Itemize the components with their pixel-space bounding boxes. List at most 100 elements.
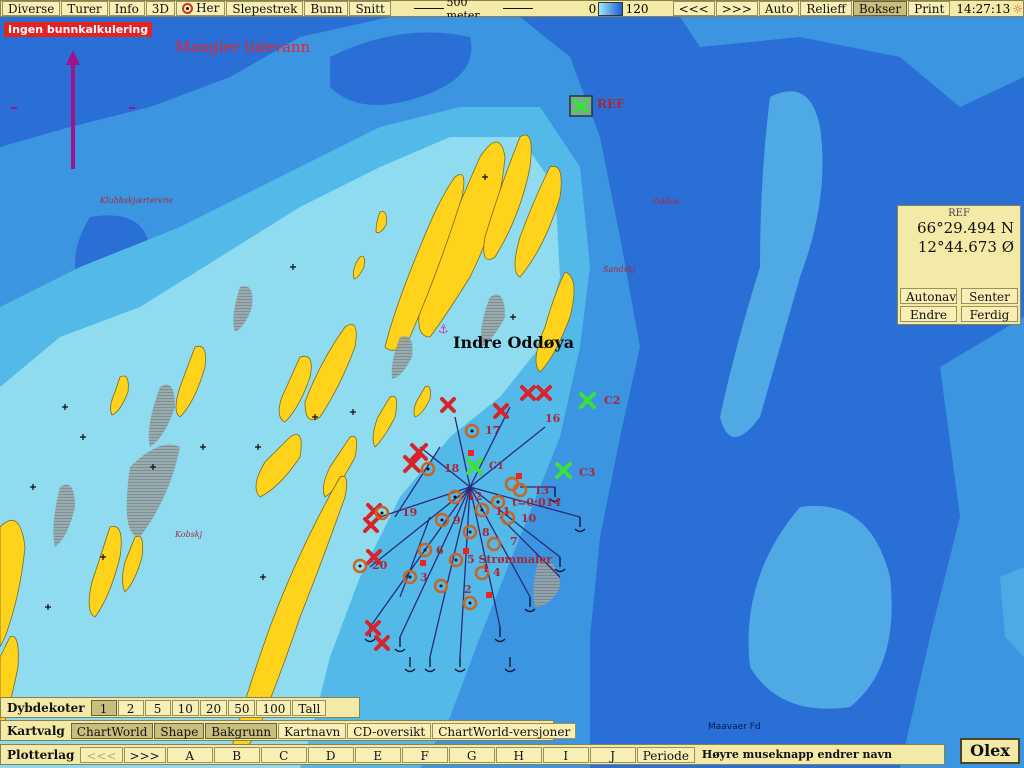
nav-back-button[interactable]: <<<	[672, 1, 715, 16]
layer-g[interactable]: G	[448, 746, 495, 763]
wp-19: 19	[402, 506, 418, 519]
menu-diverse[interactable]: Diverse	[2, 1, 61, 16]
contour-10[interactable]: 10	[171, 699, 199, 716]
her-button[interactable]: Her	[176, 1, 226, 16]
kartnavn-button[interactable]: Kartnavn	[278, 722, 347, 739]
auto-button[interactable]: Auto	[758, 1, 800, 16]
menu-bunn[interactable]: Bunn	[304, 1, 349, 16]
panel-header: REF	[948, 208, 970, 219]
c3-label: C3	[579, 466, 596, 479]
label-rauskjer: Klubbskjærterene	[100, 196, 174, 205]
menu-slepestrek[interactable]: Slepestrek	[226, 1, 304, 16]
label-maavaer: Maavaer Fd	[708, 722, 761, 732]
wp-17: 17	[485, 424, 501, 437]
contour-2[interactable]: 2	[117, 699, 144, 716]
target-icon	[182, 3, 194, 14]
plotter-layer-bar: Plotterlag <<< >>> A B C D E F G H I J P…	[0, 744, 945, 765]
current-meter-label: 5 Strømmaler	[467, 553, 553, 566]
layer-j[interactable]: J	[589, 746, 636, 763]
layer-b[interactable]: B	[213, 746, 260, 763]
wp-12: 12	[467, 490, 483, 503]
cd-oversikt-button[interactable]: CD-oversikt	[347, 722, 432, 739]
wp-16: 16	[545, 412, 561, 425]
layer-a[interactable]: A	[166, 746, 213, 763]
depth-gradient	[598, 1, 623, 16]
depth-contour-label: Dybdekoter	[7, 700, 85, 715]
layer-next-button[interactable]: >>>	[123, 746, 166, 763]
wp-9: 9	[453, 514, 461, 527]
layer-i[interactable]: I	[542, 746, 589, 763]
layer-e[interactable]: E	[354, 746, 401, 763]
top-toolbar: Diverse Turer Info 3D Her Slepestrek Bun…	[0, 0, 1024, 22]
print-button[interactable]: Print	[908, 1, 951, 16]
bakgrunn-button[interactable]: Bakgrunn	[205, 722, 278, 739]
wp-13: 13	[534, 484, 550, 497]
wp-10: 10	[521, 512, 537, 525]
sun-icon: ☼	[1012, 1, 1023, 16]
menu-3d[interactable]: 3D	[145, 1, 176, 16]
label-oddoe: Oddoe	[653, 197, 680, 206]
relieff-button[interactable]: Relieff	[800, 1, 852, 16]
rename-hint: Høyre museknapp endrer navn	[701, 748, 893, 761]
no-bottom-calc-alert: Ingen bunnkalkulering	[4, 22, 153, 37]
her-label: Her	[196, 1, 220, 15]
layer-h[interactable]: H	[495, 746, 542, 763]
ref-label: REF	[597, 97, 625, 111]
contour-100[interactable]: 100	[256, 699, 292, 716]
time-label: t=0:014	[512, 496, 561, 509]
olex-logo: Olex	[960, 738, 1020, 764]
chartworld-button[interactable]: ChartWorld	[70, 722, 154, 739]
clock: 14:27:13	[956, 1, 1011, 16]
shoal-east-1	[720, 91, 823, 438]
wp-18: 18	[444, 462, 460, 475]
wp-7: 7	[510, 535, 518, 548]
chart-selection-label: Kartvalg	[7, 723, 65, 738]
depth-min: 0	[588, 1, 597, 16]
shoal-east-2	[748, 505, 892, 709]
ferdig-button[interactable]: Ferdig	[961, 306, 1018, 322]
depth-contour-bar: Dybdekoter 1 2 5 10 20 50 100 Tall	[0, 697, 360, 718]
contour-1[interactable]: 1	[90, 699, 117, 716]
ref-marker	[569, 95, 593, 117]
menu-turer[interactable]: Turer	[61, 1, 108, 16]
contour-tall[interactable]: Tall	[292, 699, 327, 716]
longitude: 12°44.673 Ø	[917, 238, 1014, 256]
chartworld-versions-button[interactable]: ChartWorld-versjoner	[432, 722, 577, 739]
layer-c[interactable]: C	[260, 746, 307, 763]
anchorage-icon: ⚓	[438, 322, 449, 336]
contour-5[interactable]: 5	[144, 699, 171, 716]
endre-button[interactable]: Endre	[900, 306, 957, 322]
wp-11: 11	[495, 505, 511, 518]
layer-f[interactable]: F	[401, 746, 448, 763]
label-kobskj: Kobskj	[175, 530, 203, 539]
menu-snitt[interactable]: Snitt	[349, 1, 391, 16]
latitude: 66°29.494 N	[917, 219, 1014, 237]
bokser-button[interactable]: Bokser	[852, 1, 908, 16]
senter-button[interactable]: Senter	[961, 288, 1018, 304]
contour-20[interactable]: 20	[199, 699, 228, 716]
wp-1: 1	[482, 562, 490, 575]
c2-label: C2	[604, 394, 621, 407]
missing-tide-warning: Mangler tidevann	[175, 38, 311, 56]
wp-3: 3	[420, 571, 428, 584]
wp-20: 20	[372, 559, 388, 572]
wp-8: 8	[482, 526, 490, 539]
label-sandskj: Sandskj	[603, 265, 635, 274]
menu-info[interactable]: Info	[108, 1, 145, 16]
nav-forward-button[interactable]: >>>	[715, 1, 758, 16]
position-info-panel: REF 66°29.494 N 12°44.673 Ø Autonav Sent…	[897, 205, 1021, 325]
nautical-chart[interactable]: ⚓	[0, 17, 1024, 768]
deep-basin-3	[0, 47, 40, 107]
depth-zone-mid-2	[680, 17, 1024, 107]
depth-zone-mid-3	[900, 317, 1024, 768]
layer-prev-button[interactable]: <<<	[80, 746, 123, 763]
depth-max: 120	[625, 1, 649, 16]
island-label: Indre Oddøya	[453, 333, 575, 352]
contour-50[interactable]: 50	[228, 699, 256, 716]
autonav-button[interactable]: Autonav	[900, 288, 957, 304]
shape-button[interactable]: Shape	[154, 722, 205, 739]
layer-d[interactable]: D	[307, 746, 354, 763]
c1-label: C1	[489, 461, 504, 472]
periode-button[interactable]: Periode	[636, 746, 695, 763]
wp-6: 6	[436, 544, 444, 557]
